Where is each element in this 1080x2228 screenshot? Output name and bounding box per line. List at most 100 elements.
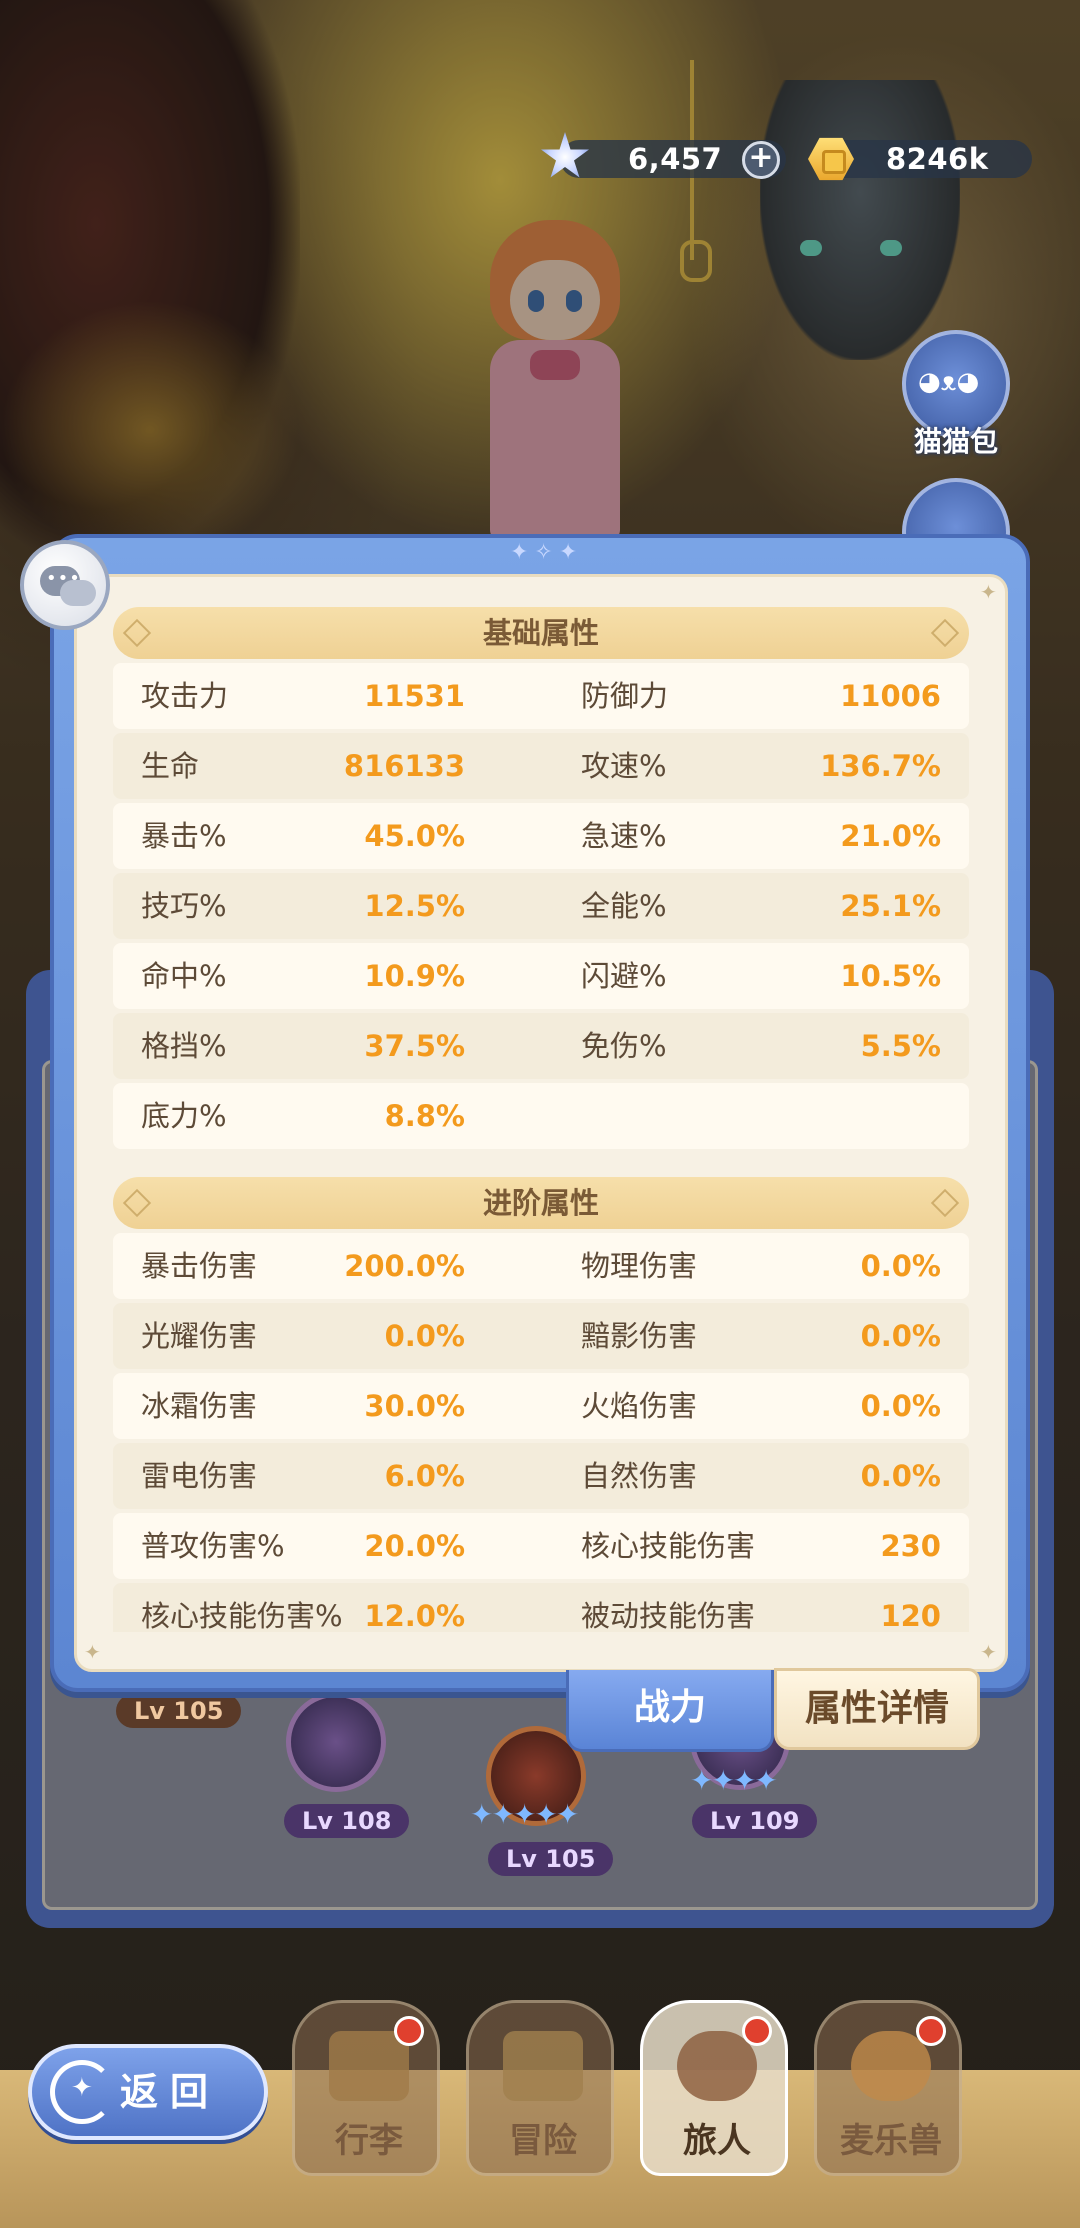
stat-name: 生命 [141,749,200,783]
stat-name: 底力% [141,1099,227,1133]
stat-value: 0.0% [860,1319,941,1353]
back-label: 返回 [120,2070,221,2114]
chat-icon[interactable]: ••• [20,540,110,630]
stat-value: 0.0% [860,1249,941,1283]
basic-attributes-header: 基础属性 [113,607,969,659]
stat-name: 黯影伤害 [581,1319,698,1353]
stat-value: 120 [880,1599,941,1632]
stat-name: 急速% [581,819,667,853]
fox-pet-icon [851,2031,931,2101]
stat-value: 0.0% [860,1459,941,1493]
tab-power[interactable]: 战力 [566,1670,774,1752]
gold-amount: 8246k [886,142,989,176]
nav-label: 麦乐兽 [840,2121,942,2161]
section-title: 进阶属性 [482,1186,599,1220]
stat-value: 37.5% [364,1029,465,1063]
stat-value: 21.0% [840,819,941,853]
stat-name: 雷电伤害 [141,1459,258,1493]
back-button[interactable]: 返回 [28,2044,268,2140]
advanced-attributes-header: 进阶属性 [113,1177,969,1229]
notification-dot [742,2016,772,2046]
notification-dot [916,2016,946,2046]
stat-name: 火焰伤害 [581,1389,698,1423]
stat-row: 命中% 10.9% 闪避% 10.5% [113,943,969,1009]
diamond-ornament-icon [122,1188,152,1218]
stat-name: 攻击力 [141,679,229,713]
level-tag: Lv 105 [116,1694,242,1728]
tab-attribute-detail[interactable]: 属性详情 [774,1668,980,1750]
nav-label: 旅人 [683,2121,751,2161]
stat-value: 25.1% [840,889,941,923]
stat-row: 格挡% 37.5% 免伤% 5.5% [113,1013,969,1079]
stat-name: 免伤% [581,1029,667,1063]
attribute-list-scroll[interactable]: 基础属性 攻击力 11531 防御力 11006 生命 816133 攻速% 136.7… [113,607,969,1632]
stat-name: 光耀伤害 [141,1319,258,1353]
popup-top-ornament-icon: ✦✧✦ [510,540,584,565]
stat-value: 816133 [343,749,465,783]
stat-row: 暴击% 45.0% 急速% 21.0% [113,803,969,869]
stat-value: 0.0% [384,1319,465,1353]
stat-row: 技巧% 12.5% 全能% 25.1% [113,873,969,939]
stat-value: 10.5% [840,959,941,993]
cat-bag-label: 猫猫包 [913,425,998,458]
stat-value: 45.0% [364,819,465,853]
level-tag: Lv 109 [692,1804,818,1838]
level-tag: Lv 108 [284,1804,410,1838]
team-member-slot[interactable] [286,1692,386,1792]
corner-ornament-icon: ✦ [980,1640,997,1664]
star-rating-icon: ✦✦✦✦✦ [470,1798,579,1831]
stat-value: 230 [880,1529,941,1563]
diamond-ornament-icon [930,1188,960,1218]
stat-name: 被动技能伤害 [581,1599,756,1632]
stat-name: 暴击% [141,819,227,853]
stat-name: 格挡% [141,1029,227,1063]
stat-name: 核心技能伤害 [581,1529,756,1563]
stat-row: 攻击力 11531 防御力 11006 [113,663,969,729]
stat-name: 全能% [581,889,667,923]
corner-ornament-icon: ✦ [84,1640,101,1664]
stat-name: 物理伤害 [581,1249,698,1283]
section-title: 基础属性 [482,616,599,650]
level-tag: Lv 105 [488,1842,614,1876]
diamond-ornament-icon [122,618,152,648]
notification-dot [394,2016,424,2046]
stat-name: 命中% [141,959,227,993]
nav-item-adventure[interactable]: 冒险 [466,2000,614,2176]
back-arrow-icon [50,2060,114,2124]
stat-name: 攻速% [581,749,667,783]
stat-value: 11006 [840,679,941,713]
nav-label: 行李 [335,2121,403,2161]
stat-value: 136.7% [820,749,941,783]
stat-value: 12.5% [364,889,465,923]
stat-value: 30.0% [364,1389,465,1423]
stat-value: 5.5% [860,1029,941,1063]
diamond-ornament-icon [930,618,960,648]
stat-row: 生命 816133 攻速% 136.7% [113,733,969,799]
stat-name: 冰霜伤害 [141,1389,258,1423]
stat-value: 200.0% [344,1249,465,1283]
stat-name: 技巧% [141,889,227,923]
stat-value: 0.0% [860,1389,941,1423]
stat-row: 冰霜伤害 30.0% 火焰伤害 0.0% [113,1373,969,1439]
stat-row: 核心技能伤害% 12.0% 被动技能伤害 120 [113,1583,969,1632]
gem-amount: 6,457 [628,142,723,176]
add-gems-button[interactable]: + [742,141,780,179]
nav-label: 冒险 [509,2121,577,2161]
stat-row: 暴击伤害 200.0% 物理伤害 0.0% [113,1233,969,1299]
stat-name: 闪避% [581,959,667,993]
stat-name: 核心技能伤害% [141,1599,343,1632]
stat-row: 光耀伤害 0.0% 黯影伤害 0.0% [113,1303,969,1369]
stat-row: 雷电伤害 6.0% 自然伤害 0.0% [113,1443,969,1509]
stat-name: 普攻伤害% [141,1529,285,1563]
stat-value: 10.9% [364,959,465,993]
corner-ornament-icon: ✦ [980,580,997,604]
stat-value: 12.0% [364,1599,465,1632]
star-rating-icon: ✦✦✦✦ [690,1764,778,1797]
stat-name: 自然伤害 [581,1459,698,1493]
stat-row: 底力% 8.8% [113,1083,969,1149]
stat-name: 暴击伤害 [141,1249,258,1283]
stat-value: 8.8% [384,1099,465,1133]
chest-icon [329,2031,409,2101]
stat-value: 6.0% [384,1459,465,1493]
stat-row: 普攻伤害% 20.0% 核心技能伤害 230 [113,1513,969,1579]
